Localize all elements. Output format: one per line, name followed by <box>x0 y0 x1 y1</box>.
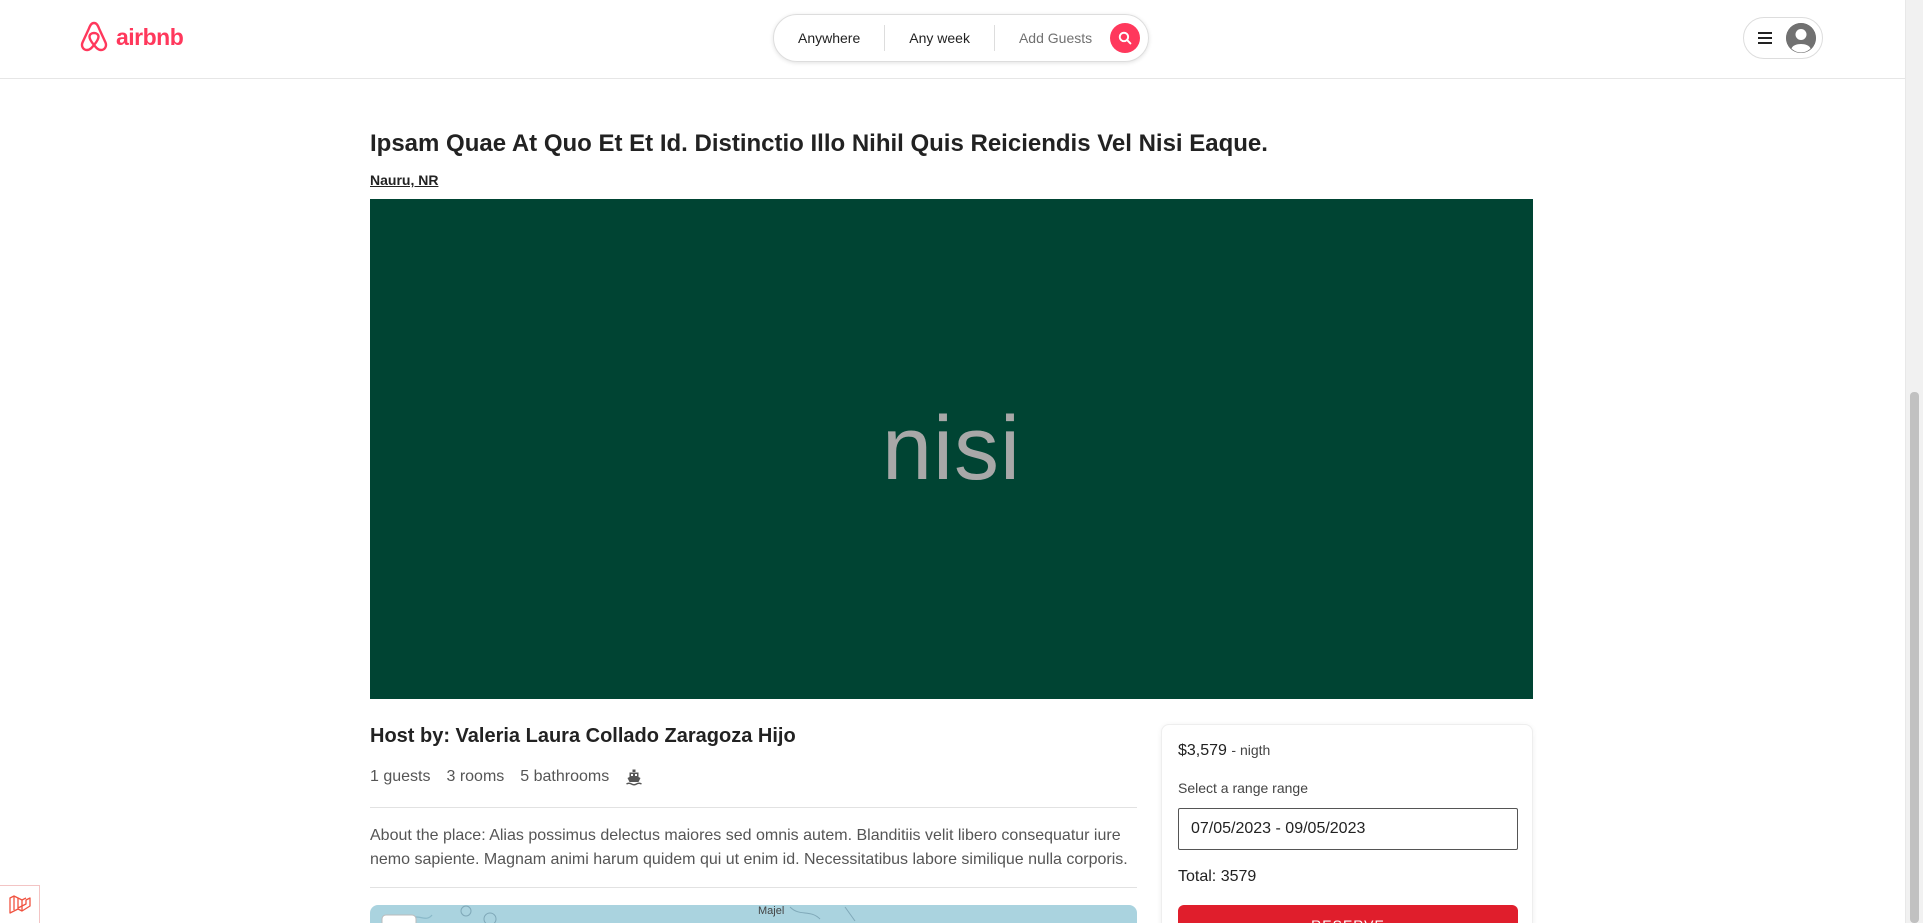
listing-title: Ipsam Quae At Quo Et Et Id. Distinctio I… <box>370 130 1268 157</box>
airbnb-logo[interactable]: airbnb <box>78 20 184 54</box>
listing-facts: 1 guests 3 rooms 5 bathrooms <box>370 768 659 786</box>
listing-image[interactable]: nisi <box>370 199 1533 699</box>
debugbar-toggle[interactable] <box>0 885 40 923</box>
search-week[interactable]: Any week <box>885 25 994 51</box>
listing-image-text: nisi <box>881 398 1022 499</box>
search-icon <box>1118 31 1132 45</box>
bathrooms-count: 5 bathrooms <box>520 768 610 785</box>
search-location[interactable]: Anywhere <box>774 25 884 51</box>
top-header: airbnb Anywhere Any week Add Guests <box>0 0 1905 79</box>
search-guests[interactable]: Add Guests <box>995 25 1104 51</box>
price-per-night: $3,579 - nigth <box>1178 742 1270 760</box>
reserve-button[interactable]: RESERVE <box>1178 905 1518 923</box>
search-button[interactable] <box>1110 23 1140 53</box>
airbnb-logo-icon <box>80 21 108 52</box>
date-range-input[interactable] <box>1178 808 1518 850</box>
hamburger-icon <box>1758 32 1772 44</box>
laravel-logo-icon <box>8 894 31 914</box>
price-unit: - nigth <box>1231 742 1271 758</box>
map-label: Majel <box>758 905 785 917</box>
page-scrollbar[interactable] <box>1905 0 1923 923</box>
divider <box>370 807 1137 808</box>
map-features <box>381 905 856 923</box>
divider <box>370 887 1137 888</box>
rooms-count: 3 rooms <box>446 768 505 785</box>
scrollbar-thumb[interactable] <box>1910 392 1919 923</box>
host-name: Host by: Valeria Laura Collado Zaragoza … <box>370 725 796 747</box>
guests-count: 1 guests <box>370 768 431 785</box>
date-range-label: Select a range range <box>1178 780 1308 796</box>
location-map[interactable]: Majel <box>370 905 1137 923</box>
search-bar[interactable]: Anywhere Any week Add Guests <box>773 14 1149 62</box>
listing-location-link[interactable]: Nauru, NR <box>370 172 438 188</box>
price-value: $3,579 <box>1178 742 1227 759</box>
user-avatar-icon <box>1786 23 1816 53</box>
about-place: About the place: Alias possimus delectus… <box>370 827 1128 868</box>
airbnb-logo-text: airbnb <box>116 23 184 50</box>
total-price: Total: 3579 <box>1178 868 1257 885</box>
user-menu-button[interactable] <box>1743 17 1823 59</box>
ship-icon <box>625 768 643 786</box>
booking-card: $3,579 - nigth Select a range range Tota… <box>1161 724 1533 923</box>
